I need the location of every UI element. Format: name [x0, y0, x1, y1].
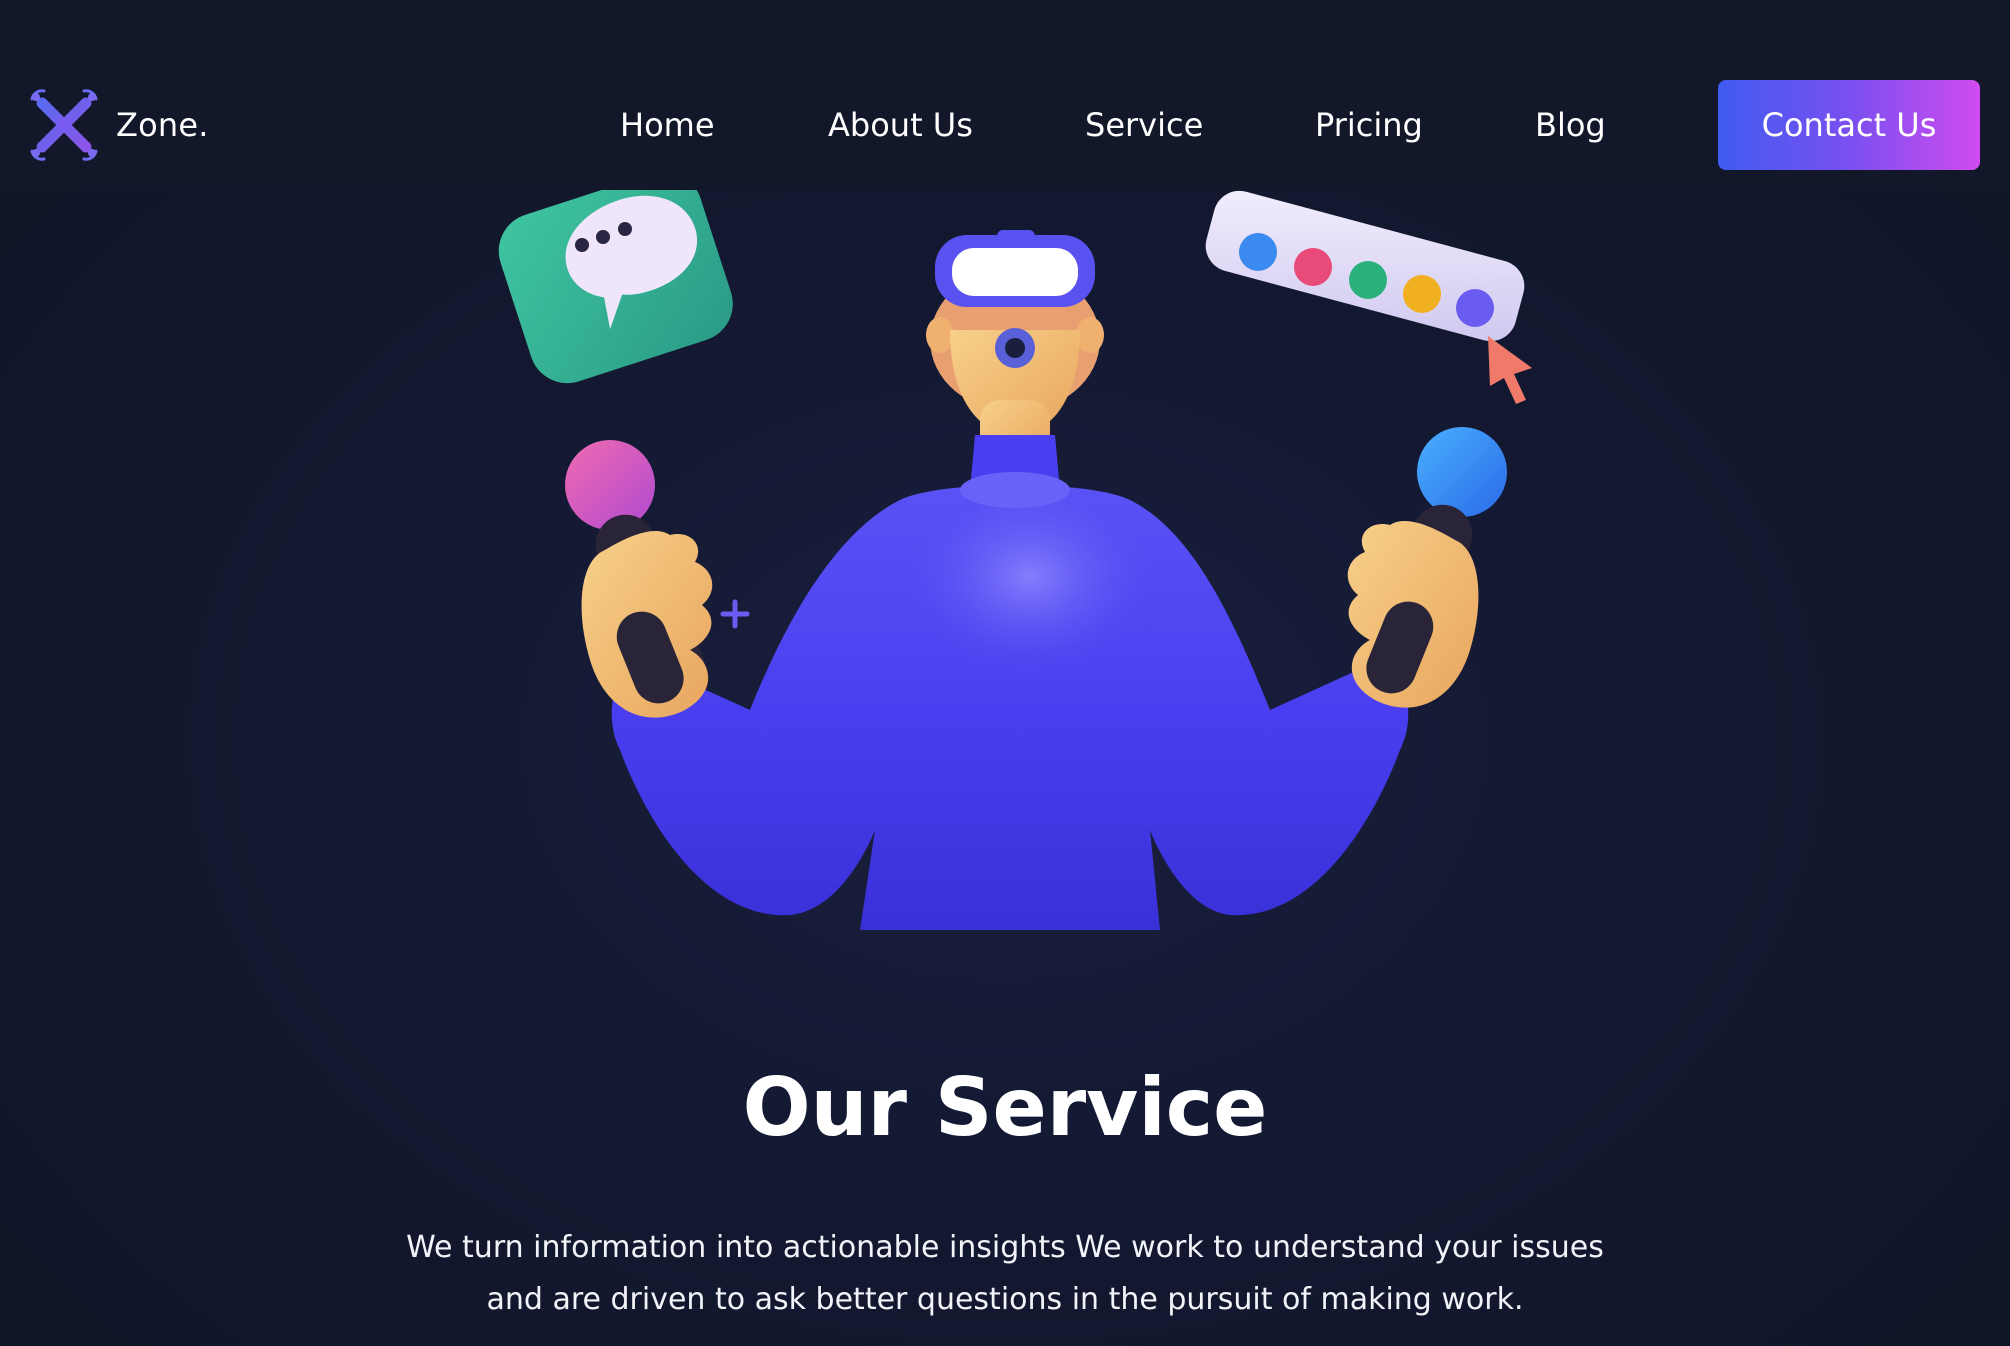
section-description: We turn information into actionable insi…	[406, 1230, 1604, 1317]
nav-item-home[interactable]: Home	[620, 100, 715, 150]
main-nav: Home About Us Service Pricing Blog	[0, 100, 2010, 150]
vr-person-with-controllers-illustration	[498, 190, 1532, 930]
nav-item-about-us[interactable]: About Us	[828, 100, 973, 150]
nav-item-pricing[interactable]: Pricing	[1315, 100, 1423, 150]
section-title: Our Service	[742, 1061, 1268, 1154]
left-controller	[565, 440, 713, 718]
contact-us-button[interactable]: Contact Us	[1718, 80, 1980, 170]
right-controller	[1347, 427, 1507, 708]
cursor-arrow-icon	[1488, 336, 1532, 404]
vr-person-body	[611, 435, 1409, 930]
hero-illustration	[470, 190, 1540, 930]
chat-bubble-icon	[498, 190, 733, 384]
color-palette-icon	[1205, 190, 1525, 342]
nav-item-blog[interactable]: Blog	[1535, 100, 1606, 150]
site-header: Zone. Home About Us Service Pricing Blog…	[0, 0, 2010, 190]
vr-person-head	[926, 230, 1104, 460]
nav-item-service[interactable]: Service	[1085, 100, 1203, 150]
